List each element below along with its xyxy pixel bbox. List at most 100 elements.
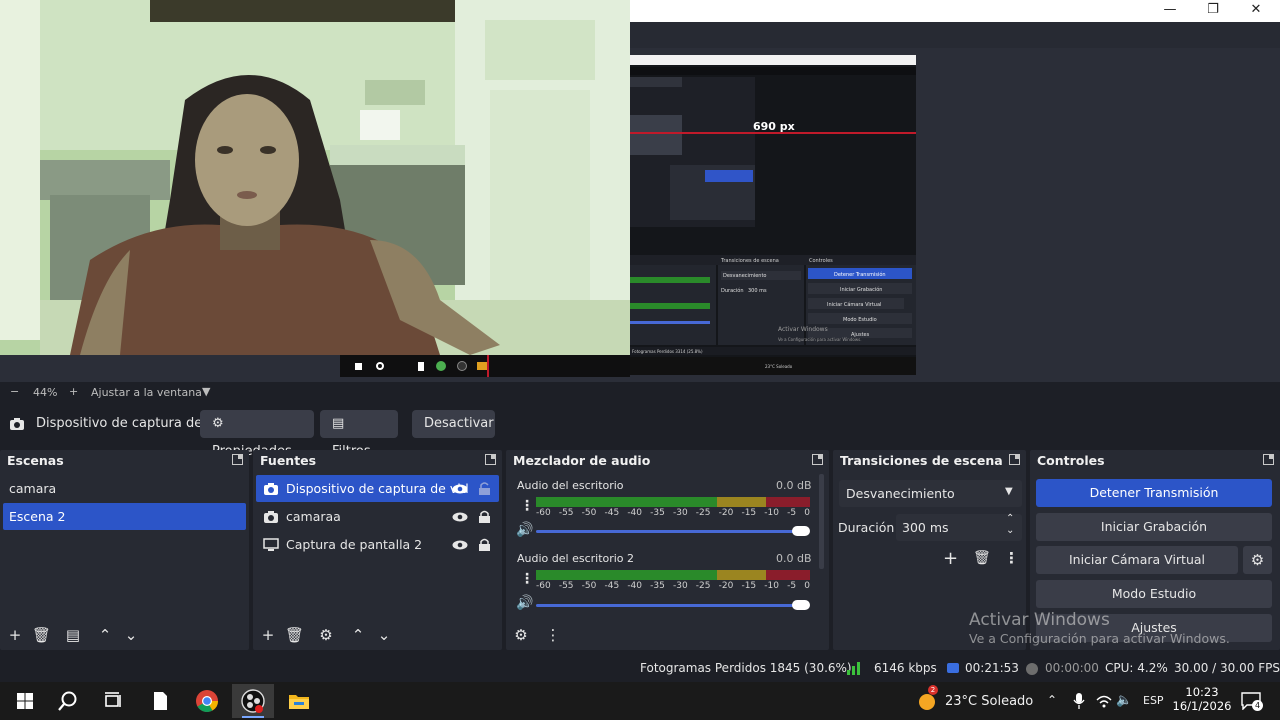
move-up-icon[interactable]: ⌃ <box>349 626 367 644</box>
sources-title: Fuentes <box>260 453 317 468</box>
webcam-feed <box>0 0 630 355</box>
minimize-button[interactable]: — <box>1149 0 1191 22</box>
transition-menu-icon[interactable]: ⋮ <box>1004 549 1019 567</box>
camera-icon <box>264 511 278 523</box>
volume-muted-icon[interactable]: 🔈 <box>1116 693 1132 708</box>
mini-stop: Detener Transmisión <box>834 271 886 278</box>
source-context-bar: Dispositivo de captura de v ⚙ Propiedade… <box>0 404 1280 459</box>
studio-mode-button[interactable]: Modo Estudio <box>1036 580 1272 608</box>
gear-icon: ⚙ <box>212 416 224 431</box>
start-recording-button[interactable]: Iniciar Grabación <box>1036 513 1272 541</box>
task-view-icon[interactable] <box>100 688 126 714</box>
channel-menu-icon[interactable]: ⋮ <box>520 498 534 514</box>
monitor-icon <box>263 538 279 551</box>
move-down-icon[interactable]: ⌄ <box>122 626 140 644</box>
bitrate: 6146 kbps <box>874 661 937 675</box>
channel-db: 0.0 dB <box>776 479 812 492</box>
mini-transitions-title: Transiciones de escena <box>720 258 779 264</box>
file-icon[interactable] <box>147 688 173 714</box>
scenes-toolbar: + 🗑 ▤ ⌃ ⌄ <box>0 620 249 650</box>
scene-filters-icon[interactable]: ▤ <box>64 626 82 644</box>
add-source-icon[interactable]: + <box>259 626 277 644</box>
context-source-name: Dispositivo de captura de v <box>36 416 215 431</box>
camera-icon <box>264 483 278 495</box>
remove-source-icon[interactable]: 🗑 <box>285 626 304 644</box>
lock-open-icon[interactable] <box>479 482 490 495</box>
file-icon <box>418 362 424 371</box>
cpu-usage: CPU: 4.2% <box>1105 661 1168 675</box>
zoom-dropdown-icon[interactable]: ▼ <box>202 385 210 398</box>
settings-button[interactable]: Ajustes <box>1036 614 1272 642</box>
visibility-eye-icon[interactable] <box>452 512 468 522</box>
microphone-icon[interactable] <box>1073 693 1085 709</box>
channel-menu-icon[interactable]: ⋮ <box>520 571 534 587</box>
active-indicator <box>242 716 264 718</box>
deactivate-button[interactable]: Desactivar <box>412 410 495 438</box>
source-properties-gear-icon[interactable]: ⚙ <box>317 626 335 644</box>
chrome-icon[interactable] <box>194 688 220 714</box>
mixer-scrollbar[interactable] <box>819 474 824 569</box>
language-indicator[interactable]: ESP <box>1143 694 1164 707</box>
speaker-icon[interactable]: 🔊 <box>516 522 533 538</box>
mini-vcam: Iniciar Cámara Virtual <box>827 301 881 308</box>
fit-window-label[interactable]: Ajustar a la ventana <box>91 386 202 399</box>
clock[interactable]: 10:23 16/1/2026 <box>1172 685 1232 713</box>
windows-taskbar: 2 23°C Soleado ⌃ 🔈 ESP 10:23 16/1/2026 4 <box>0 682 1280 720</box>
undock-icon[interactable] <box>485 454 496 465</box>
close-button[interactable]: ✕ <box>1235 0 1277 22</box>
spin-down-icon[interactable]: ⌄ <box>1006 525 1014 536</box>
lock-icon[interactable] <box>479 510 490 523</box>
transition-select[interactable]: Desvanecimiento ▼ <box>839 480 1022 507</box>
undock-icon[interactable] <box>812 454 823 465</box>
filters-button[interactable]: ▤ Filtros <box>320 410 398 459</box>
scenes-dock: Escenas camara Escena 2 + 🗑 ▤ ⌃ ⌄ <box>0 450 249 650</box>
visibility-eye-icon[interactable] <box>452 484 468 494</box>
lock-icon[interactable] <box>479 538 490 551</box>
undock-icon[interactable] <box>1263 454 1274 465</box>
virtual-camera-gear-icon[interactable]: ⚙ <box>1243 546 1272 574</box>
obs-taskbar-button[interactable] <box>232 684 274 718</box>
start-virtual-camera-button[interactable]: Iniciar Cámara Virtual <box>1036 546 1238 574</box>
zoom-in-button[interactable]: + <box>69 385 78 398</box>
scene-item-escena-2[interactable]: Escena 2 <box>3 503 246 530</box>
weather-text[interactable]: 23°C Soleado <box>945 694 1033 709</box>
duration-spinbox[interactable]: 300 ms ⌃ ⌄ <box>896 513 1022 541</box>
volume-slider[interactable] <box>536 530 802 533</box>
scene-item-camara[interactable]: camara <box>3 475 246 502</box>
move-up-icon[interactable]: ⌃ <box>96 626 114 644</box>
fps: 30.00 / 30.00 FPS <box>1174 661 1280 675</box>
visibility-eye-icon[interactable] <box>452 540 468 550</box>
windows-start-icon[interactable] <box>12 688 38 714</box>
nested-obs-image: 690 px Transiciones de escena Desvanecim… <box>630 55 916 375</box>
add-scene-icon[interactable]: + <box>6 626 24 644</box>
spin-up-icon[interactable]: ⌃ <box>1006 513 1014 524</box>
connection-signal-icon <box>847 662 860 675</box>
mixer-toolbar: ⚙ ⋮ <box>506 620 829 650</box>
scenes-title: Escenas <box>7 453 64 468</box>
remove-transition-icon[interactable]: 🗑 <box>973 550 991 566</box>
add-transition-icon[interactable]: + <box>943 548 958 569</box>
stop-streaming-button[interactable]: Detener Transmisión <box>1036 479 1272 507</box>
remove-scene-icon[interactable]: 🗑 <box>32 626 51 644</box>
zoom-out-button[interactable]: − <box>10 385 19 398</box>
volume-slider[interactable] <box>536 604 802 607</box>
speaker-icon[interactable]: 🔊 <box>516 595 533 611</box>
advanced-audio-gear-icon[interactable]: ⚙ <box>512 626 530 644</box>
mixer-title: Mezclador de audio <box>513 453 651 468</box>
channel-db: 0.0 dB <box>776 552 812 565</box>
volume-slider-knob[interactable] <box>792 526 810 536</box>
undock-icon[interactable] <box>1009 454 1020 465</box>
obs-icon <box>457 361 467 371</box>
mixer-menu-icon[interactable]: ⋮ <box>544 626 562 644</box>
folder-icon <box>477 362 487 370</box>
move-down-icon[interactable]: ⌄ <box>375 626 393 644</box>
properties-button[interactable]: ⚙ Propiedades <box>200 410 314 459</box>
folder-icon[interactable] <box>286 688 312 714</box>
restore-button[interactable]: ❐ <box>1192 0 1234 22</box>
wifi-icon[interactable] <box>1096 694 1112 708</box>
search-icon[interactable] <box>55 688 81 714</box>
volume-slider-knob[interactable] <box>792 600 810 610</box>
screen-capture-preview: 690 px Transiciones de escena Desvanecim… <box>630 55 916 375</box>
undock-icon[interactable] <box>232 454 243 465</box>
show-hidden-icons-icon[interactable]: ⌃ <box>1047 693 1057 707</box>
